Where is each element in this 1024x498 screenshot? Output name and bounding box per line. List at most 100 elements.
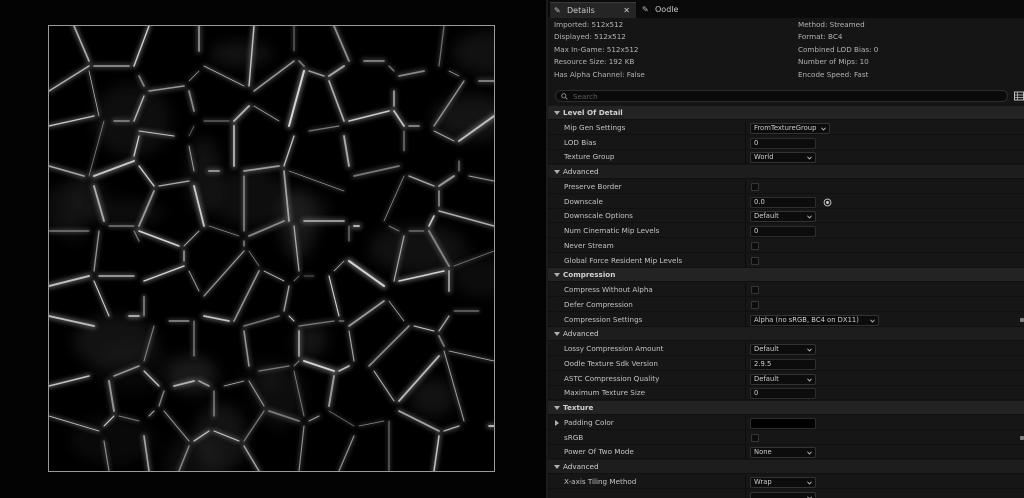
column-divider[interactable] xyxy=(745,209,746,224)
property-row-astc-compression-quality: ASTC Compression Quality Default xyxy=(548,371,1024,386)
texture-info: Imported: 512x512 Displayed: 512x512 Max… xyxy=(548,18,1024,84)
texture-group-dropdown[interactable]: World xyxy=(750,152,816,164)
column-divider[interactable] xyxy=(745,253,746,268)
pencil-icon: ✎ xyxy=(642,5,649,14)
column-divider[interactable] xyxy=(745,489,746,498)
property-row-downscale: Downscale 0.0 xyxy=(548,194,1024,209)
category-texture[interactable]: Texture xyxy=(548,401,1024,415)
pencil-icon: ✎ xyxy=(554,6,561,15)
mip-gen-settings-dropdown[interactable]: FromTextureGroup xyxy=(750,122,830,134)
defer-compression-checkbox[interactable] xyxy=(751,300,759,309)
subcategory-advanced[interactable]: Advanced xyxy=(548,327,1024,342)
subcategory-advanced[interactable]: Advanced xyxy=(548,460,1024,474)
chevron-down-icon[interactable] xyxy=(553,168,561,176)
chevron-down-icon[interactable] xyxy=(553,463,561,471)
column-divider[interactable] xyxy=(745,194,746,209)
chevron-down-icon xyxy=(807,451,812,455)
chevron-down-icon xyxy=(807,348,812,352)
column-divider[interactable] xyxy=(745,445,746,460)
chevron-down-icon xyxy=(821,127,826,131)
column-divider[interactable] xyxy=(745,386,746,401)
dropdown-value: None xyxy=(754,448,772,457)
row-label: LOD Bias xyxy=(564,137,597,147)
maximum-texture-size-field[interactable]: 0 xyxy=(750,388,816,400)
preserve-border-checkbox[interactable] xyxy=(751,182,759,191)
row-label: Power Of Two Mode xyxy=(564,447,634,457)
column-divider[interactable] xyxy=(745,297,746,312)
column-divider[interactable] xyxy=(745,474,746,489)
global-force-resident-mip-levels-checkbox[interactable] xyxy=(751,256,759,265)
column-divider[interactable] xyxy=(745,430,746,445)
tab-details-label: Details xyxy=(567,6,595,15)
chevron-down-icon[interactable] xyxy=(553,330,561,338)
dropdown-value: World xyxy=(754,153,774,162)
category-compression[interactable]: Compression xyxy=(548,268,1024,283)
row-label: Num Cinematic Mip Levels xyxy=(564,226,660,235)
row-label: Texture xyxy=(563,403,594,412)
overflow-arrow-icon[interactable] xyxy=(1020,317,1024,322)
blank-dropdown[interactable] xyxy=(750,491,816,498)
oodle-texture-sdk-version-field[interactable]: 2.9.5 xyxy=(750,358,816,370)
column-divider[interactable] xyxy=(745,371,746,386)
column-divider[interactable] xyxy=(745,342,746,356)
lod-bias-field[interactable]: 0 xyxy=(750,137,816,149)
info-has-alpha: Has Alpha Channel: False xyxy=(554,70,645,79)
compress-without-alpha-checkbox[interactable] xyxy=(751,286,759,294)
row-label: Maximum Texture Size xyxy=(564,388,646,398)
close-icon[interactable]: ✕ xyxy=(623,3,630,19)
tab-oodle[interactable]: ✎ Oodle xyxy=(638,2,708,18)
column-divider[interactable] xyxy=(745,415,746,430)
column-divider[interactable] xyxy=(745,312,746,327)
astc-compression-quality-dropdown[interactable]: Default xyxy=(750,373,816,385)
column-divider[interactable] xyxy=(745,238,746,253)
column-divider[interactable] xyxy=(745,224,746,238)
search-input[interactable]: Search xyxy=(555,90,1008,102)
chevron-down-icon[interactable] xyxy=(553,109,561,117)
padding-color-color-swatch[interactable] xyxy=(750,417,816,429)
column-divider[interactable] xyxy=(745,135,746,150)
overflow-arrow-icon[interactable] xyxy=(1020,435,1024,440)
property-row-blank xyxy=(548,489,1024,498)
reset-to-default-icon[interactable] xyxy=(823,198,832,207)
column-divider[interactable] xyxy=(745,120,746,135)
property-row-padding-color: Padding Color xyxy=(548,415,1024,430)
row-label: Texture Group xyxy=(564,152,615,162)
tab-details[interactable]: ✎ Details ✕ xyxy=(550,2,636,18)
property-row-global-force-resident-mip-levels: Global Force Resident Mip Levels xyxy=(548,253,1024,268)
row-label: Downscale Options xyxy=(564,211,633,221)
row-label: Compression xyxy=(563,270,616,280)
texture-haze xyxy=(212,169,290,227)
compression-settings-dropdown[interactable]: Alpha (no sRGB, BC4 on DX11) xyxy=(750,314,879,326)
row-label: Advanced xyxy=(563,329,599,339)
category-level-of-detail[interactable]: Level Of Detail xyxy=(548,106,1024,120)
property-row-defer-compression: Defer Compression xyxy=(548,297,1024,312)
grid-view-icon[interactable] xyxy=(1014,91,1024,101)
info-format: Format: BC4 xyxy=(798,32,843,41)
property-row-never-stream: Never Stream xyxy=(548,238,1024,253)
cellular-noise-texture xyxy=(49,26,494,471)
chevron-down-icon xyxy=(807,481,812,485)
x-axis-tiling-method-dropdown[interactable]: Wrap xyxy=(750,476,816,488)
row-label: Advanced xyxy=(563,167,599,176)
srgb-checkbox[interactable] xyxy=(751,433,759,442)
row-label: Preserve Border xyxy=(564,181,622,191)
texture-viewport[interactable] xyxy=(0,0,546,498)
chevron-down-icon[interactable] xyxy=(553,271,561,279)
tab-oodle-label: Oodle xyxy=(655,5,679,14)
downscale-options-dropdown[interactable]: Default xyxy=(750,211,816,223)
column-divider[interactable] xyxy=(745,283,746,297)
row-label: Level Of Detail xyxy=(563,108,623,117)
lossy-compression-amount-dropdown[interactable]: Default xyxy=(750,344,816,355)
column-divider[interactable] xyxy=(745,356,746,371)
column-divider[interactable] xyxy=(745,150,746,165)
chevron-down-icon[interactable] xyxy=(553,404,561,412)
property-row-maximum-texture-size: Maximum Texture Size 0 xyxy=(548,386,1024,401)
chevron-right-icon[interactable] xyxy=(553,419,561,427)
num-cinematic-mip-levels-field[interactable]: 0 xyxy=(750,226,816,237)
column-divider[interactable] xyxy=(745,179,746,194)
info-number-of-mips: Number of Mips: 10 xyxy=(798,57,869,66)
downscale-field[interactable]: 0.0 xyxy=(750,196,816,208)
subcategory-advanced[interactable]: Advanced xyxy=(548,165,1024,179)
power-of-two-mode-dropdown[interactable]: None xyxy=(750,447,816,459)
never-stream-checkbox[interactable] xyxy=(751,241,759,250)
